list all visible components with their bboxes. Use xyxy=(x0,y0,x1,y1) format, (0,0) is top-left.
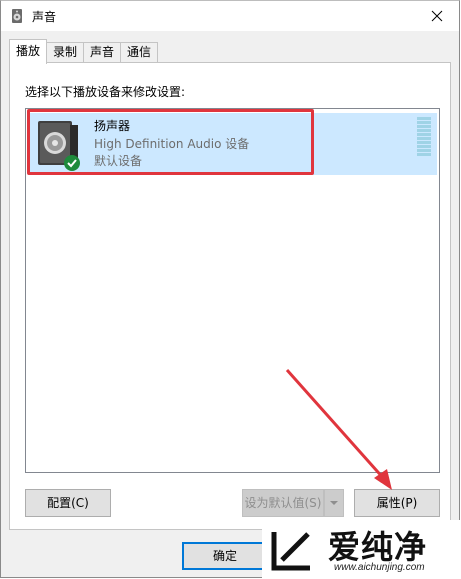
playback-device-list[interactable]: 扬声器 High Definition Audio 设备 默认设备 xyxy=(25,108,440,473)
close-button[interactable] xyxy=(415,1,459,31)
watermark: 爱纯净 www.aichunjing.com xyxy=(262,520,461,579)
close-icon xyxy=(431,10,443,22)
ok-button[interactable]: 确定 xyxy=(182,542,268,570)
tab-communications[interactable]: 通信 xyxy=(120,42,158,62)
sound-dialog: 声音 播放 录制 声音 通信 选择以下播放设备来修改设置: 扬声器 High D… xyxy=(0,0,460,578)
instruction-label: 选择以下播放设备来修改设置: xyxy=(25,85,186,99)
speaker-icon xyxy=(12,9,22,23)
set-default-dropdown[interactable] xyxy=(324,489,344,517)
annotation-highlight-box xyxy=(27,109,314,175)
watermark-logo-icon xyxy=(271,532,310,571)
title-bar: 声音 xyxy=(1,1,459,31)
tab-playback[interactable]: 播放 xyxy=(9,39,47,64)
properties-button[interactable]: 属性(P) xyxy=(354,489,440,517)
watermark-url: www.aichunjing.com xyxy=(334,562,425,573)
tab-sounds[interactable]: 声音 xyxy=(83,42,121,62)
tab-recording[interactable]: 录制 xyxy=(46,42,84,62)
configure-button[interactable]: 配置(C) xyxy=(25,489,111,517)
window-title: 声音 xyxy=(32,10,57,24)
chevron-down-icon xyxy=(330,501,338,505)
set-default-button[interactable]: 设为默认值(S) xyxy=(242,489,324,517)
playback-panel: 选择以下播放设备来修改设置: 扬声器 High Definition Audio… xyxy=(9,62,451,530)
volume-level-meter xyxy=(417,117,431,156)
